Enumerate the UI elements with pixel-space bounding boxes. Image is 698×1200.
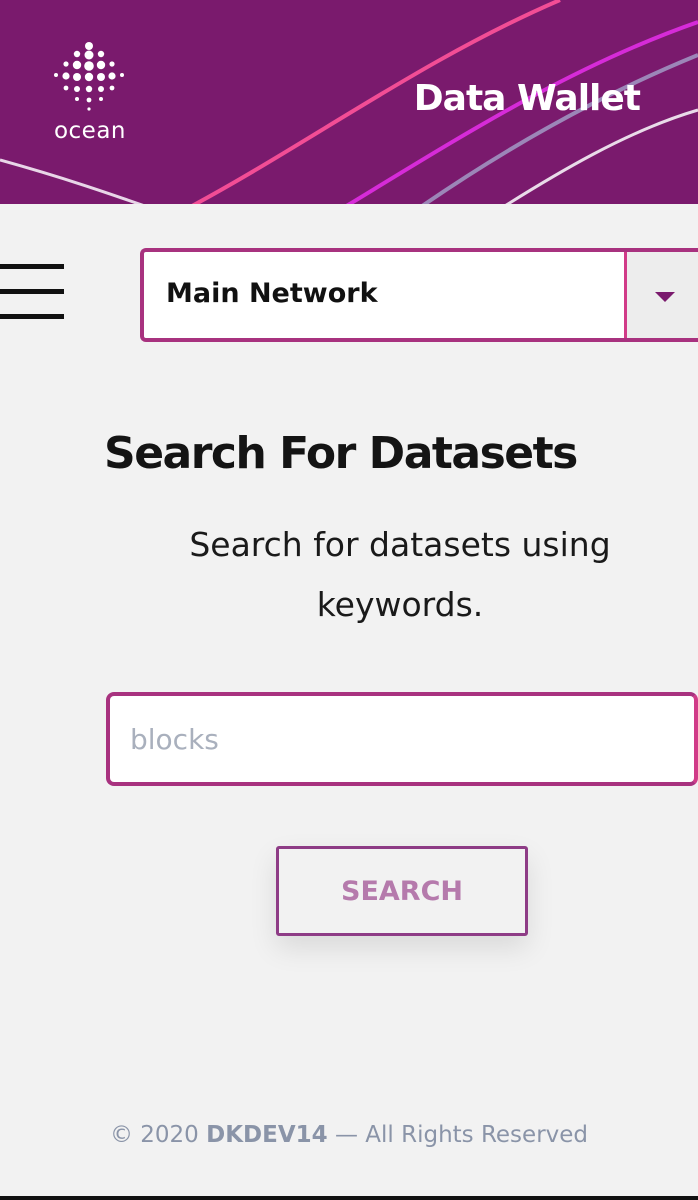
bottom-divider [0, 1196, 698, 1200]
logo-text: ocean [53, 118, 127, 144]
footer-copyright: © 2020 DKDEV14 — All Rights Reserved [0, 1122, 698, 1148]
footer-prefix: © 2020 [109, 1122, 207, 1148]
footer-suffix: — All Rights Reserved [327, 1122, 589, 1148]
ocean-logo[interactable]: ocean [50, 42, 130, 152]
page-subtitle: Search for datasets using keywords. [189, 525, 611, 624]
network-select[interactable]: Main Network [140, 248, 698, 342]
app-title: Data Wallet [413, 78, 641, 119]
app-header: ocean Data Wallet [0, 0, 698, 204]
footer-author: DKDEV14 [206, 1122, 328, 1148]
ocean-logo-dots-icon [54, 42, 124, 111]
network-select-toggle[interactable] [624, 252, 698, 338]
menu-line [0, 264, 64, 269]
hamburger-menu-icon[interactable] [0, 262, 66, 324]
triangle-down-icon [655, 292, 675, 302]
menu-line [0, 314, 64, 319]
search-input[interactable] [106, 692, 698, 786]
menu-line [0, 289, 64, 294]
network-select-value: Main Network [166, 278, 378, 309]
page-title: Search For Datasets [104, 428, 578, 479]
search-button[interactable]: SEARCH [276, 846, 528, 936]
